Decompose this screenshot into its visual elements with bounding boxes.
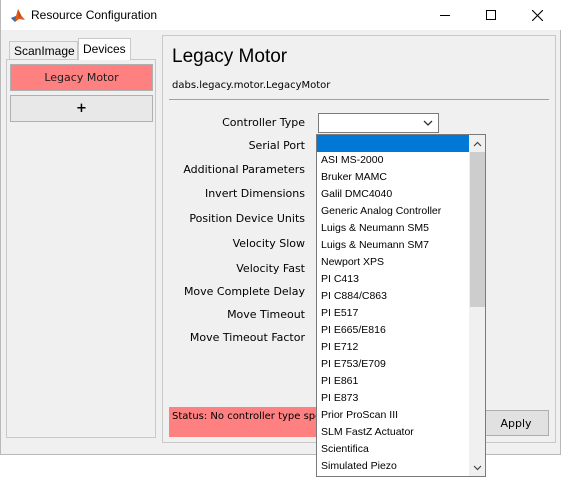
dropdown-option[interactable]: SLM FastZ Actuator [317,424,469,441]
close-button[interactable] [514,0,560,30]
dropdown-option[interactable]: Newport XPS [317,254,469,271]
devices-panel: Legacy Motor + [6,59,156,438]
dropdown-option[interactable]: Simulated Piezo [317,458,469,475]
dropdown-option[interactable]: Bruker MAMC [317,169,469,186]
class-path: dabs.legacy.motor.LegacyMotor [172,80,331,91]
add-device-button[interactable]: + [10,95,153,122]
label-move-complete-delay: Move Complete Delay [183,285,305,298]
label-velocity-fast: Velocity Fast [236,262,305,275]
scroll-up-button[interactable] [469,135,485,152]
tab-group: ScanImage Devices Legacy Motor + [6,38,156,438]
dropdown-option[interactable]: PI C413 [317,271,469,288]
apply-button[interactable]: Apply [483,410,549,436]
controller-type-select[interactable] [318,113,439,133]
dropdown-option[interactable]: Prior ProScan III [317,407,469,424]
dropdown-option[interactable]: Galil DMC4040 [317,186,469,203]
label-velocity-slow: Velocity Slow [232,237,305,250]
dropdown-option[interactable]: Luigs & Neumann SM7 [317,237,469,254]
dropdown-options: ASI MS-2000 Bruker MAMC Galil DMC4040 Gener… [317,135,469,475]
minimize-button[interactable] [422,0,468,30]
scroll-down-button[interactable] [469,459,485,476]
title-bar[interactable]: Resource Configuration [1,0,561,30]
dropdown-option[interactable]: Scientifica [317,441,469,458]
label-serial-port: Serial Port [248,139,305,152]
dropdown-option[interactable]: PI E873 [317,390,469,407]
dropdown-scrollbar[interactable] [469,135,485,476]
label-additional-parameters: Additional Parameters [183,163,305,176]
dropdown-option[interactable]: Generic Analog Controller [317,203,469,220]
maximize-button[interactable] [468,0,514,30]
label-controller-type: Controller Type [222,116,305,129]
dropdown-option[interactable]: PI E753/E709 [317,356,469,373]
tab-scanimage[interactable]: ScanImage [9,41,78,59]
scroll-thumb[interactable] [470,152,485,307]
label-position-device-units: Position Device Units [189,212,305,225]
status-message: Status: No controller type specified [169,407,321,437]
dropdown-option[interactable]: ASI MS-2000 [317,152,469,169]
label-move-timeout-factor: Move Timeout Factor [189,331,305,344]
label-move-timeout: Move Timeout [227,308,305,321]
dropdown-option[interactable] [317,135,469,152]
page-title: Legacy Motor [172,46,288,67]
dropdown-option[interactable]: PI C884/C863 [317,288,469,305]
divider [169,99,549,100]
chevron-down-icon [423,120,433,126]
minimize-icon [440,15,450,16]
close-icon [531,9,543,21]
dropdown-option[interactable]: Luigs & Neumann SM5 [317,220,469,237]
chevron-down-icon [473,465,482,470]
dropdown-option[interactable]: PI E712 [317,339,469,356]
device-item-legacy-motor[interactable]: Legacy Motor [10,64,153,91]
dropdown-option[interactable]: PI E665/E816 [317,322,469,339]
matlab-logo-icon [11,9,25,22]
dropdown-option[interactable]: PI E517 [317,305,469,322]
chevron-up-icon [473,141,482,146]
controller-type-dropdown-list[interactable]: ASI MS-2000 Bruker MAMC Galil DMC4040 Gener… [316,134,486,477]
dropdown-option[interactable]: PI E861 [317,373,469,390]
maximize-icon [486,10,496,20]
label-invert-dimensions: Invert Dimensions [204,187,305,200]
tab-devices[interactable]: Devices [78,38,131,60]
window-title: Resource Configuration [31,8,158,22]
